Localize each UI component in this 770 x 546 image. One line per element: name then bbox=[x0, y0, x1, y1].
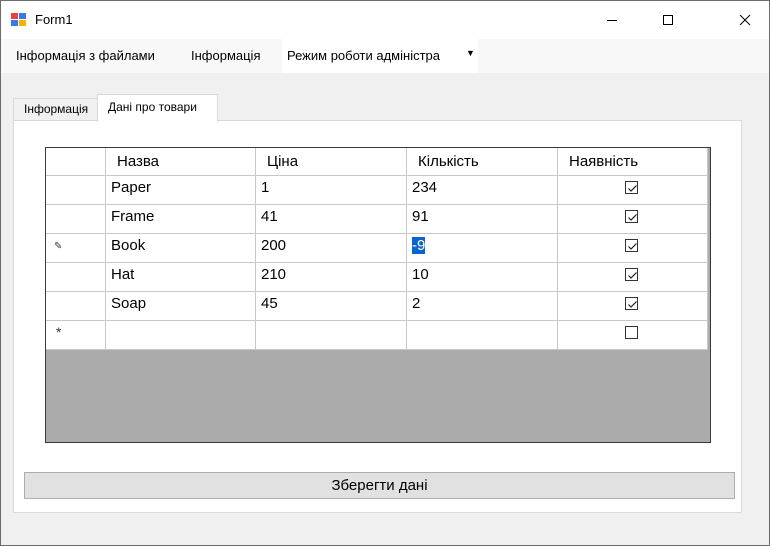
close-icon bbox=[739, 14, 751, 26]
row-header[interactable] bbox=[46, 205, 106, 234]
cell-availability bbox=[558, 176, 708, 205]
tab-info[interactable]: Інформація bbox=[13, 98, 98, 120]
cell-availability bbox=[558, 292, 708, 321]
title-bar[interactable]: Form1 bbox=[1, 1, 769, 39]
save-data-button[interactable]: Зберегти дані bbox=[24, 472, 735, 499]
cell-price[interactable]: 200 bbox=[256, 234, 407, 263]
goods-data-grid[interactable]: Назва Ціна Кількість Наявність Paper 1 2… bbox=[45, 147, 711, 443]
mode-combobox[interactable]: Режим роботи адміністра ▼ bbox=[282, 39, 478, 73]
checkmark-icon bbox=[628, 272, 637, 279]
close-button[interactable] bbox=[722, 1, 768, 39]
availability-checkbox[interactable] bbox=[625, 297, 638, 310]
pencil-icon: ✎ bbox=[54, 241, 63, 252]
new-row-icon: * bbox=[56, 324, 62, 340]
column-header-price[interactable]: Ціна bbox=[256, 148, 407, 176]
tab-goods-data[interactable]: Дані про товари bbox=[97, 94, 218, 122]
cell-availability bbox=[558, 234, 708, 263]
cell-quantity[interactable]: 91 bbox=[407, 205, 558, 234]
row-header[interactable]: ✎ bbox=[46, 234, 106, 263]
row-header[interactable] bbox=[46, 292, 106, 321]
availability-checkbox-unchecked[interactable] bbox=[625, 326, 638, 339]
checkmark-icon bbox=[628, 243, 637, 250]
cell-name[interactable]: Book bbox=[106, 234, 256, 263]
app-window: Form1 Інформація з файлами Інформація Ре… bbox=[0, 0, 770, 546]
cell-price-new[interactable] bbox=[256, 321, 407, 350]
dropdown-arrow-icon[interactable]: ▼ bbox=[466, 48, 475, 58]
checkmark-icon bbox=[628, 185, 637, 192]
column-header-name[interactable]: Назва bbox=[106, 148, 256, 176]
tab-goods-label: Дані про товари bbox=[108, 100, 197, 114]
cell-quantity[interactable]: 2 bbox=[407, 292, 558, 321]
winforms-app-icon bbox=[11, 13, 26, 26]
availability-checkbox[interactable] bbox=[625, 268, 638, 281]
column-header-availability[interactable]: Наявність bbox=[558, 148, 708, 176]
cell-price[interactable]: 1 bbox=[256, 176, 407, 205]
maximize-button[interactable] bbox=[645, 1, 691, 39]
cell-name[interactable]: Frame bbox=[106, 205, 256, 234]
row-header[interactable] bbox=[46, 263, 106, 292]
row-header[interactable] bbox=[46, 176, 106, 205]
availability-checkbox[interactable] bbox=[625, 181, 638, 194]
cell-availability bbox=[558, 205, 708, 234]
window-title: Form1 bbox=[35, 12, 73, 27]
cell-quantity[interactable]: 234 bbox=[407, 176, 558, 205]
menu-item-file-info[interactable]: Інформація з файлами bbox=[16, 48, 155, 63]
cell-availability-new bbox=[558, 321, 708, 350]
selected-text[interactable]: -9 bbox=[412, 237, 426, 254]
checkmark-icon bbox=[628, 214, 637, 221]
cell-name-new[interactable] bbox=[106, 321, 256, 350]
row-header-new[interactable]: * bbox=[46, 321, 106, 350]
availability-checkbox[interactable] bbox=[625, 239, 638, 252]
availability-checkbox[interactable] bbox=[625, 210, 638, 223]
grid-corner-header[interactable] bbox=[46, 148, 106, 176]
cell-quantity-new[interactable] bbox=[407, 321, 558, 350]
cell-price[interactable]: 45 bbox=[256, 292, 407, 321]
cell-price[interactable]: 41 bbox=[256, 205, 407, 234]
cell-price[interactable]: 210 bbox=[256, 263, 407, 292]
cell-quantity-editing[interactable]: -9 bbox=[407, 234, 558, 263]
cell-name[interactable]: Soap bbox=[106, 292, 256, 321]
minimize-icon bbox=[607, 20, 617, 21]
cell-availability bbox=[558, 263, 708, 292]
cell-quantity[interactable]: 10 bbox=[407, 263, 558, 292]
checkmark-icon bbox=[628, 301, 637, 308]
minimize-button[interactable] bbox=[589, 1, 635, 39]
column-header-quantity[interactable]: Кількість bbox=[407, 148, 558, 176]
mode-combobox-value: Режим роботи адміністра bbox=[287, 48, 440, 63]
maximize-icon bbox=[663, 15, 673, 25]
cell-name[interactable]: Hat bbox=[106, 263, 256, 292]
cell-name[interactable]: Paper bbox=[106, 176, 256, 205]
menu-item-info[interactable]: Інформація bbox=[191, 48, 261, 63]
tab-info-label: Інформація bbox=[24, 102, 89, 116]
